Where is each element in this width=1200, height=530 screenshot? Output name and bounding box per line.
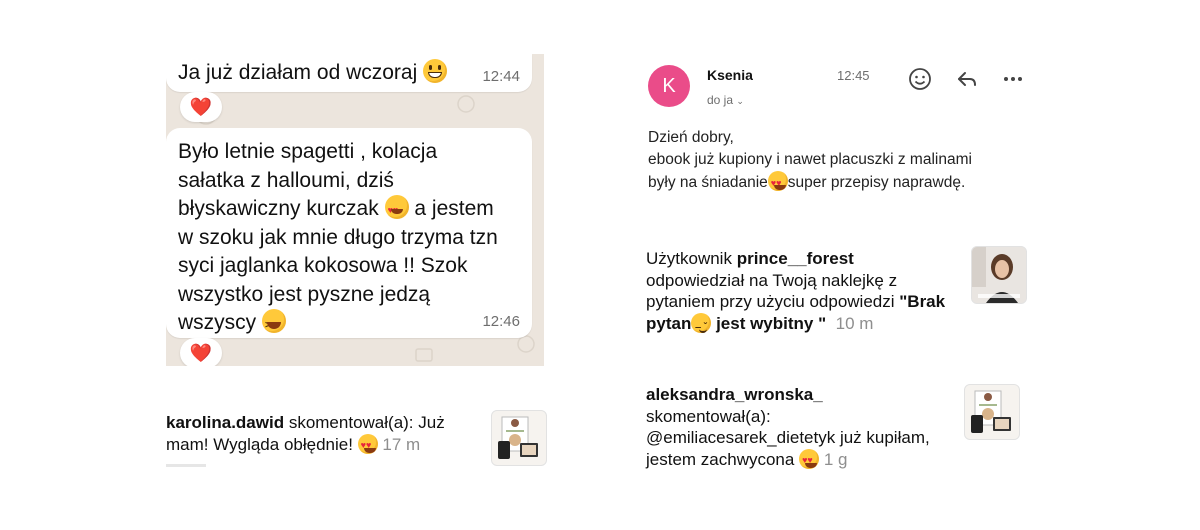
- chat-message[interactable]: Ja już działam od wczoraj 12:44: [166, 54, 532, 92]
- story-reply-notification[interactable]: Użytkownik prince__forest odpowiedział n…: [646, 248, 956, 338]
- ebook-cover-icon: [498, 416, 538, 459]
- email-body-line: ebook już kupiony i nawet placuszki z ma…: [648, 151, 972, 168]
- more-icon[interactable]: [1000, 66, 1026, 92]
- chevron-down-icon: ⌄: [736, 96, 744, 106]
- emoji-reaction-icon[interactable]: [907, 66, 933, 92]
- heart-reaction-icon[interactable]: ❤️: [180, 92, 222, 122]
- message-time: 12:46: [482, 313, 520, 330]
- heart-eyes-face-icon: [799, 448, 820, 471]
- comment-notification[interactable]: aleksandra_wronska_ skomentował(a): @emi…: [646, 384, 946, 471]
- heart-eyes-face-icon: [767, 171, 788, 194]
- notification-username[interactable]: aleksandra_wronska_: [646, 385, 823, 404]
- chat-message[interactable]: Było letnie spagetti , kolacja sałatka z…: [166, 128, 532, 341]
- recipient-toggle[interactable]: do ja ⌄: [707, 93, 744, 107]
- heart-eyes-face-icon: [357, 433, 378, 456]
- email-body: Dzień dobry, ebook już kupiony i nawet p…: [648, 127, 1048, 194]
- grinning-face-icon: [423, 59, 448, 83]
- message-text: Ja już działam od wczoraj: [178, 59, 448, 88]
- notification-username[interactable]: karolina.dawid: [166, 413, 284, 432]
- message-time: 12:44: [482, 68, 520, 85]
- notification-text: skomentował(a): @emiliacesarek_dietetyk …: [646, 406, 930, 469]
- ebook-cover-icon: [971, 390, 1011, 433]
- chat-panel: Ja już działam od wczoraj 12:44 ❤️ Było …: [166, 54, 544, 366]
- winking-face-icon: [691, 312, 712, 338]
- email-body-line: Dzień dobry,: [648, 129, 734, 146]
- ebook-cover-thumbnail[interactable]: [964, 384, 1020, 440]
- notification-prefix: Użytkownik: [646, 249, 737, 268]
- notification-username[interactable]: prince__forest: [737, 249, 854, 268]
- sender-name[interactable]: Ksenia: [707, 67, 753, 83]
- notification-age: 17 m: [382, 434, 421, 454]
- notification-age: 1 g: [823, 449, 848, 469]
- message-text: Było letnie spagetti , kolacja sałatka z…: [178, 138, 508, 341]
- sender-avatar[interactable]: K: [648, 65, 690, 107]
- profile-photo-icon: [972, 247, 1026, 303]
- ebook-cover-thumbnail[interactable]: [491, 410, 547, 466]
- laughing-face-icon: [262, 309, 286, 341]
- comment-notification[interactable]: karolina.dawid skomentował(a): Już mam! …: [166, 412, 478, 456]
- notification-text: odpowiedział na Twoją naklejkę z pytanie…: [646, 270, 900, 312]
- profile-photo-thumbnail[interactable]: [971, 246, 1027, 304]
- email-body-line: były na śniadaniesuper przepisy naprawdę…: [648, 171, 1048, 194]
- email-time: 12:45: [837, 68, 870, 83]
- heart-eyes-face-icon: [384, 195, 409, 225]
- notification-age: 10 m: [835, 313, 874, 333]
- reply-icon[interactable]: [954, 66, 980, 92]
- cropped-text-line: [166, 464, 206, 467]
- heart-reaction-icon[interactable]: ❤️: [180, 338, 222, 366]
